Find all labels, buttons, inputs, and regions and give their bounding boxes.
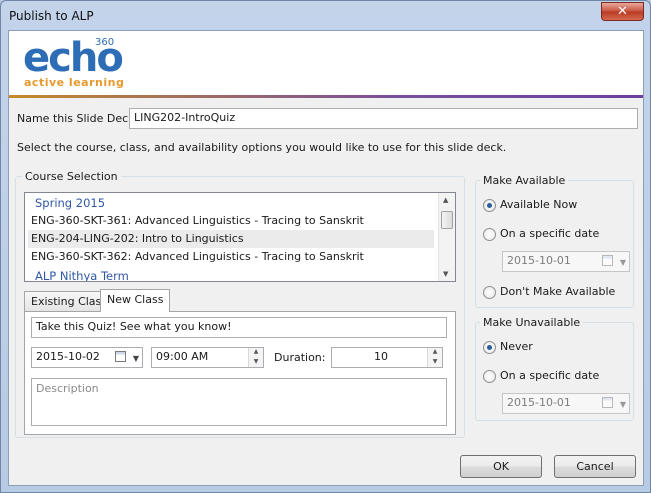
make-available-title: Make Available: [480, 174, 569, 187]
chevron-down-icon: ▼: [619, 258, 626, 267]
title-bar[interactable]: Publish to ALP ✕: [1, 1, 650, 31]
close-button[interactable]: ✕: [601, 2, 644, 21]
make-unavailable-title: Make Unavailable: [480, 316, 584, 329]
unavailable-specific-date-radio[interactable]: [483, 370, 496, 383]
calendar-icon[interactable]: [115, 351, 126, 362]
calendar-icon: [602, 255, 613, 266]
course-item[interactable]: ENG-360-SKT-362: Advanced Linguistics - …: [28, 248, 434, 266]
calendar-icon: [602, 397, 613, 408]
time-spinner[interactable]: ▲ ▼: [248, 348, 263, 367]
cancel-button[interactable]: Cancel: [554, 455, 636, 478]
unavailable-specific-date-label[interactable]: On a specific date: [500, 369, 599, 382]
close-icon: ✕: [617, 4, 628, 19]
dont-make-available-label[interactable]: Don't Make Available: [500, 285, 615, 298]
header-banner: echo 360 active learning: [9, 31, 643, 98]
scroll-up-icon[interactable]: ▲: [443, 196, 448, 204]
duration-spinner[interactable]: ▲ ▼: [427, 348, 442, 367]
unavailable-date-value: 2015-10-01: [507, 396, 571, 409]
available-now-label[interactable]: Available Now: [500, 198, 577, 211]
never-radio[interactable]: [483, 341, 496, 354]
term-header-spring-2015: Spring 2015: [35, 196, 106, 210]
new-class-panel: Take this Quiz! See what you know! 2015-…: [24, 311, 456, 435]
duration-label: Duration:: [274, 351, 326, 364]
never-label[interactable]: Never: [500, 340, 533, 353]
window-title: Publish to ALP: [9, 9, 94, 23]
scroll-down-icon[interactable]: ▼: [443, 270, 448, 278]
course-list-scrollbar[interactable]: ▲ ▼: [438, 193, 455, 281]
logo-superscript: 360: [95, 37, 115, 48]
course-selection-title: Course Selection: [22, 170, 121, 183]
slide-deck-name-input[interactable]: LING202-IntroQuiz: [129, 108, 638, 129]
ok-button[interactable]: OK: [460, 455, 542, 478]
make-unavailable-group: Make Unavailable Never On a specific dat…: [475, 316, 634, 421]
class-name-input[interactable]: Take this Quiz! See what you know!: [31, 317, 447, 338]
course-list[interactable]: Spring 2015 ENG-360-SKT-361: Advanced Li…: [24, 192, 456, 282]
term-header-alp-nithya: ALP Nithya Term: [35, 269, 129, 282]
chevron-down-icon: ▼: [619, 400, 626, 409]
available-date-picker[interactable]: 2015-10-01 ▼: [502, 251, 630, 272]
available-now-radio[interactable]: [483, 199, 496, 212]
unavailable-date-picker[interactable]: 2015-10-01 ▼: [502, 393, 630, 414]
available-specific-date-radio[interactable]: [483, 228, 496, 241]
course-item[interactable]: ENG-360-SKT-361: Advanced Linguistics - …: [28, 212, 434, 230]
class-time-input[interactable]: 09:00 AM ▲ ▼: [151, 347, 264, 368]
spin-up-icon[interactable]: ▲: [249, 348, 263, 358]
dialog-body: echo 360 active learning Name this Slide…: [8, 30, 644, 486]
description-textarea[interactable]: Description: [31, 378, 447, 426]
make-available-group: Make Available Available Now On a specif…: [475, 174, 634, 308]
instructions-text: Select the course, class, and availabili…: [17, 141, 507, 154]
spin-down-icon[interactable]: ▼: [249, 358, 263, 368]
class-time-value: 09:00 AM: [156, 350, 209, 363]
class-date-value: 2015-10-02: [36, 350, 100, 363]
banner-divider: [9, 95, 643, 98]
logo-tagline: active learning: [24, 76, 125, 89]
duration-value: 10: [374, 350, 388, 363]
description-placeholder: Description: [36, 382, 99, 395]
slide-deck-name-label: Name this Slide Deck:: [17, 112, 139, 125]
scrollbar-thumb[interactable]: [441, 211, 453, 229]
course-item-selected[interactable]: ENG-204-LING-202: Intro to Linguistics: [28, 230, 434, 248]
publish-dialog: Publish to ALP ✕ echo 360 active learnin…: [0, 0, 651, 493]
course-selection-group: Course Selection Spring 2015 ENG-360-SKT…: [15, 170, 465, 438]
tab-new-class[interactable]: New Class: [100, 289, 171, 312]
spin-up-icon[interactable]: ▲: [428, 348, 442, 358]
dont-make-available-radio[interactable]: [483, 286, 496, 299]
available-date-value: 2015-10-01: [507, 254, 571, 267]
duration-input[interactable]: 10 ▲ ▼: [331, 347, 443, 368]
class-date-picker[interactable]: 2015-10-02 ▼: [31, 347, 143, 368]
chevron-down-icon[interactable]: ▼: [133, 350, 139, 367]
spin-down-icon[interactable]: ▼: [428, 358, 442, 368]
available-specific-date-label[interactable]: On a specific date: [500, 227, 599, 240]
